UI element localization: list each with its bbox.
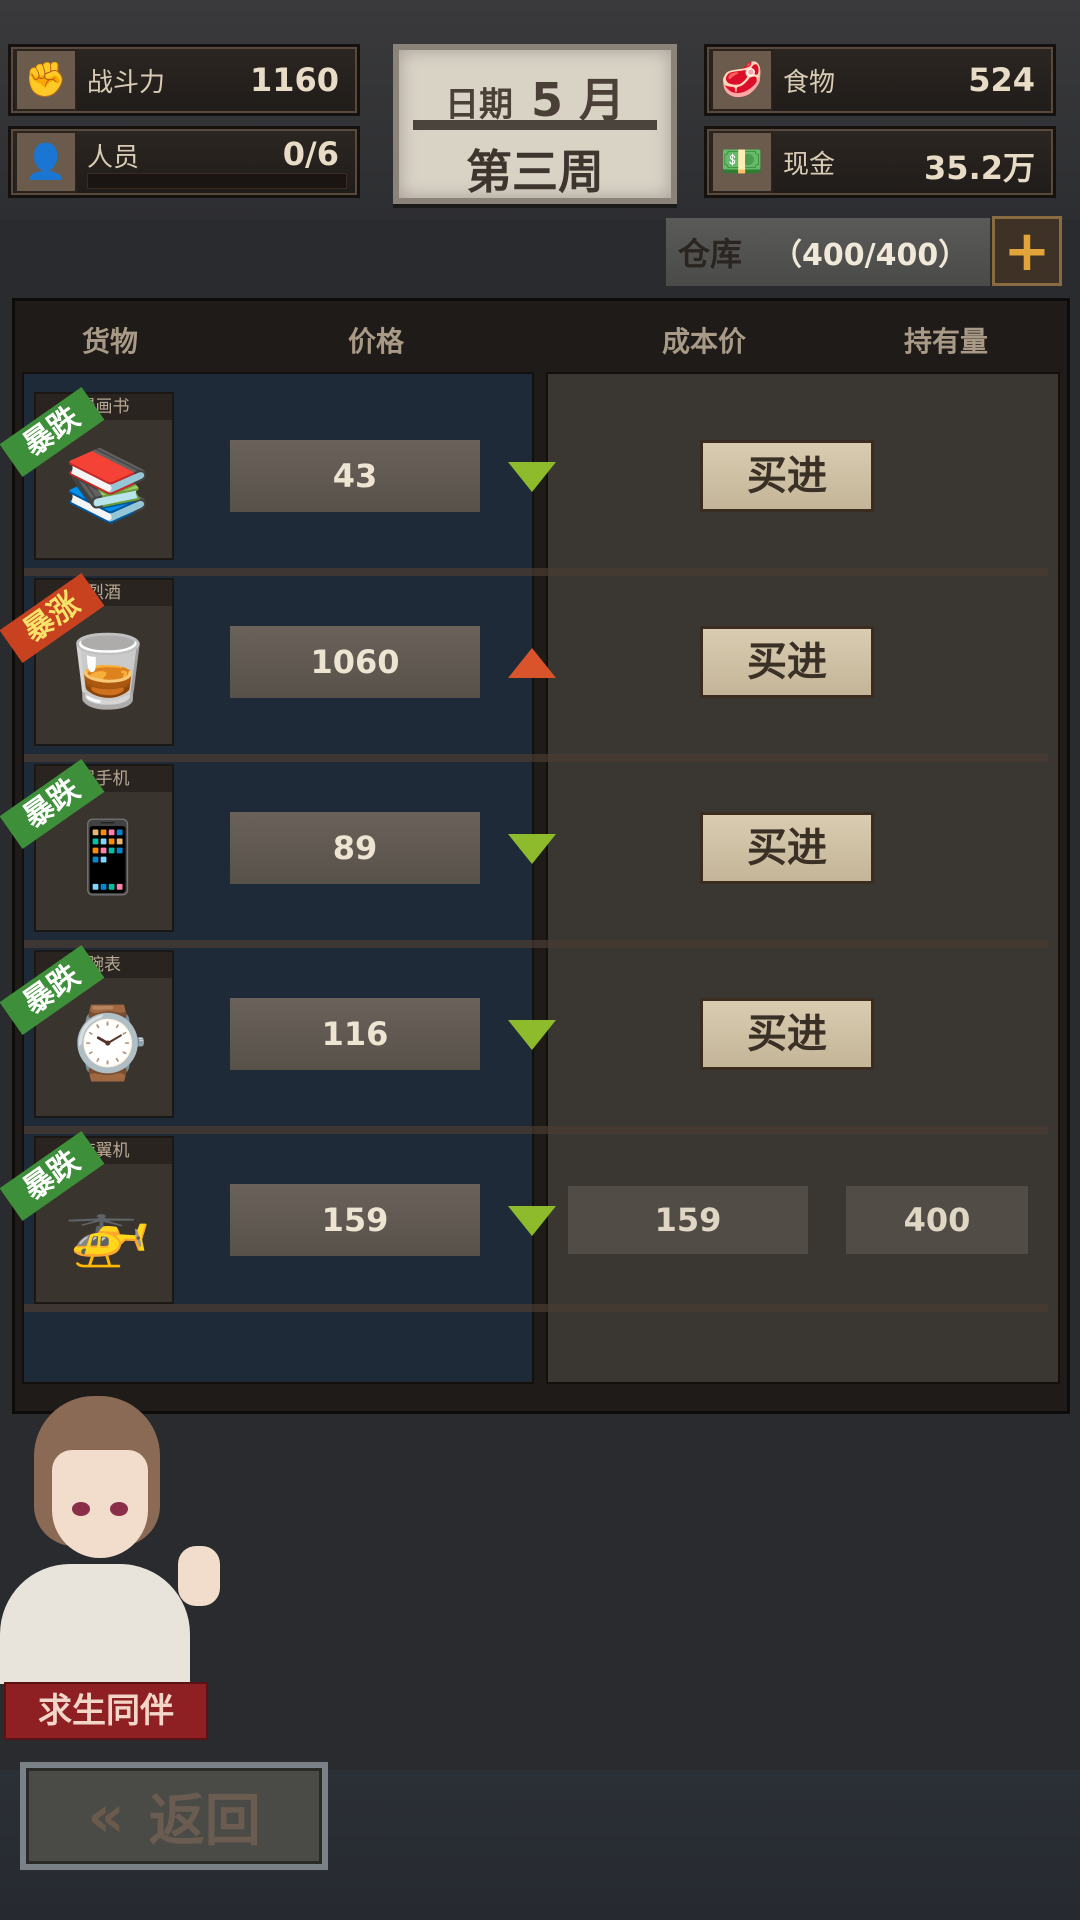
back-arrow-icon: « (87, 1782, 125, 1850)
date-card: 日期 5 月 第三周 (393, 44, 677, 204)
food-label: 食物 (783, 67, 836, 98)
buy-button[interactable]: 买进 (700, 626, 874, 698)
buy-button[interactable]: 买进 (700, 440, 874, 512)
trend-down-icon (508, 462, 556, 492)
trend-down-icon (508, 834, 556, 864)
buy-button[interactable]: 买进 (700, 812, 874, 884)
back-button[interactable]: « 返回 (20, 1762, 328, 1870)
cost-value: 159 (568, 1186, 808, 1254)
companion-portrait[interactable] (0, 1396, 230, 1686)
row-divider (24, 568, 1048, 576)
row-divider (24, 1126, 1048, 1134)
date-week: 第三周 (466, 145, 604, 199)
comic-book-icon: 📚 (64, 443, 152, 526)
staff-stat: 👤 人员 0/6 (8, 126, 360, 198)
price-value: 1060 (230, 626, 480, 698)
food-stat: 🥩 食物 524 (704, 44, 1056, 116)
companion-body (0, 1564, 190, 1684)
trend-down-icon (508, 1206, 556, 1236)
fist-icon: ✊ (15, 49, 77, 111)
hold-value: 400 (846, 1186, 1028, 1254)
money-icon: 💵 (711, 131, 773, 193)
date-divider (413, 120, 657, 130)
power-value: 1160 (249, 61, 339, 99)
meat-icon: 🥩 (711, 49, 773, 111)
companion-face (52, 1450, 148, 1558)
watch-icon: ⌚ (64, 1001, 152, 1084)
column-price: 价格 (348, 325, 405, 358)
price-value: 43 (230, 440, 480, 512)
warehouse-label: 仓库 (678, 235, 743, 273)
back-label: 返回 (148, 1788, 261, 1854)
date-label: 日期 (444, 85, 513, 125)
price-value: 89 (230, 812, 480, 884)
trend-down-icon (508, 1020, 556, 1050)
price-value: 159 (230, 1184, 480, 1256)
companion-label[interactable]: 求生同伴 (4, 1682, 208, 1740)
row-divider (24, 940, 1048, 948)
cash-label: 现金 (783, 149, 836, 180)
staff-label: 人员 (87, 143, 140, 173)
food-value: 524 (968, 61, 1035, 99)
power-stat: ✊ 战斗力 1160 (8, 44, 360, 116)
price-value: 116 (230, 998, 480, 1070)
column-goods: 货物 (82, 325, 139, 358)
staff-value: 0/6 (282, 135, 339, 173)
phone-icon: 📱 (64, 815, 152, 898)
buy-button[interactable]: 买进 (700, 998, 874, 1070)
warehouse-count: （400/400） (772, 238, 969, 273)
trend-up-icon (508, 648, 556, 678)
person-icon: 👤 (15, 131, 77, 193)
gyrocopter-icon: 🚁 (64, 1187, 152, 1270)
liquor-bottle-icon: 🥃 (64, 629, 152, 712)
companion-eye (110, 1502, 128, 1516)
companion-hand (178, 1546, 220, 1606)
cash-stat: 💵 现金 35.2万 (704, 126, 1056, 198)
warehouse-add-button[interactable]: + (992, 216, 1062, 286)
row-divider (24, 754, 1048, 762)
staff-progress-bar (87, 173, 347, 189)
warehouse-bar: 仓库 （400/400） (666, 218, 990, 286)
power-label: 战斗力 (87, 67, 166, 98)
column-hold: 持有量 (904, 325, 989, 358)
column-cost: 成本价 (662, 325, 747, 358)
cash-value: 35.2万 (924, 149, 1035, 187)
companion-eye (72, 1502, 90, 1516)
row-divider (24, 1304, 1048, 1312)
